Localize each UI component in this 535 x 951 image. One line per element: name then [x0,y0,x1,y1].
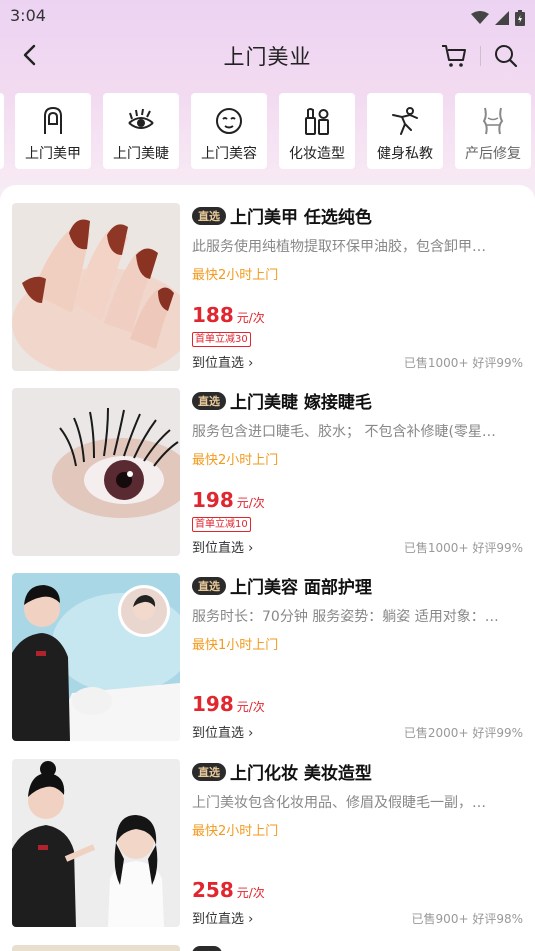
category-postpartum[interactable]: 产后修复 [455,93,531,169]
chevron-left-icon [23,44,36,66]
eyelash-icon [125,105,157,137]
status-bar: 3:04 [0,0,535,30]
cart-icon [442,45,466,67]
chevron-right-icon: › [248,912,254,927]
delivery-label: 到位直选 [192,541,245,556]
page-title: 上门美业 [223,45,312,69]
product-card[interactable]: 直选 上门美睫 嫁接睫毛 服务包含进口睫毛、胶水； 不包含补修睫(零星… 最快2小… [0,388,535,556]
back-button[interactable] [14,40,44,70]
product-name: 上门化妆 美妆造型 [230,764,372,784]
category-label: 产后修复 [465,146,521,162]
product-image-eyelash [12,388,180,556]
sales-stats: 已售1000+ 好评99% [403,356,523,370]
face-mask-icon [213,105,245,137]
product-image-facial [12,573,180,741]
fast-arrival: 最快2小时上门 [192,268,279,283]
product-name: 上门美甲 任选纯色 [230,208,372,228]
delivery-link[interactable]: 到位直选 › [192,352,253,371]
product-image-makeup [12,759,180,927]
price-unit: 元/次 [236,311,265,325]
status-icons [471,6,525,30]
category-nail[interactable]: 上门美甲 [15,93,91,169]
product-price: 188 元/次 [192,303,265,327]
status-time: 3:04 [10,6,46,25]
product-desc: 服务时长：70分钟 服务姿势：躺姿 适用对象：… [192,609,499,625]
product-title: 直选 上门美容 面部护理 [192,573,525,598]
fast-arrival: 最快2小时上门 [192,453,279,468]
category-label: 上门美容 [201,146,257,162]
delivery-label: 到位直选 [192,912,245,927]
price-value: 258 [192,878,234,902]
direct-badge: 直选 [192,763,226,781]
sales-stats: 已售2000+ 好评99% [403,726,523,740]
product-desc: 上门美妆包含化妆用品、修眉及假睫毛一副，… [192,795,486,811]
direct-badge: 直选 [192,577,226,595]
next-product-peek [0,940,535,951]
category-eyelash[interactable]: 上门美睫 [103,93,179,169]
delivery-link[interactable]: 到位直选 › [192,908,253,927]
delivery-link[interactable]: 到位直选 › [192,722,253,741]
price-value: 188 [192,303,234,327]
product-desc: 此服务使用纯植物提取环保甲油胶，包含卸甲… [192,239,486,255]
category-facial[interactable]: 上门美容 [191,93,267,169]
direct-badge: 直选 [192,207,226,225]
battery-icon [515,10,525,26]
product-price: 258 元/次 [192,878,265,902]
product-info: 直选 上门化妆 美妆造型 上门美妆包含化妆用品、修眉及假睫毛一副，… 最快2小时上… [192,759,525,927]
makeup-icon [301,105,333,137]
category-label: 上门美甲 [25,146,81,162]
wifi-icon [471,11,489,24]
product-card[interactable]: 直选 上门美甲 任选纯色 此服务使用纯植物提取环保甲油胶，包含卸甲… 最快2小时上… [0,203,535,371]
signal-icon [495,11,509,25]
product-name: 上门美睫 嫁接睫毛 [230,393,372,413]
chevron-right-icon: › [248,541,254,556]
coupon-tag: 首单立减10 [192,517,251,532]
chevron-right-icon: › [248,726,254,741]
category-row: 上门美甲 上门美睫 上门美容 化妆造型 健身私教 产后修复 [0,93,535,169]
category-label: 上门美睫 [113,146,169,162]
price-value: 198 [192,488,234,512]
delivery-link[interactable]: 到位直选 › [192,537,253,556]
delivery-label: 到位直选 [192,726,245,741]
fast-arrival: 最快2小时上门 [192,824,279,839]
product-title: 直选 上门美睫 嫁接睫毛 [192,388,525,413]
category-label: 化妆造型 [289,146,345,162]
price-unit: 元/次 [236,700,265,714]
category-makeup[interactable]: 化妆造型 [279,93,355,169]
fast-arrival: 最快1小时上门 [192,638,279,653]
search-button[interactable] [490,40,522,72]
category-fitness[interactable]: 健身私教 [367,93,443,169]
delivery-label: 到位直选 [192,356,245,371]
price-value: 198 [192,692,234,716]
product-title: 直选 上门化妆 美妆造型 [192,759,525,784]
header-divider [480,46,481,66]
cart-button[interactable] [438,40,470,72]
category-stub[interactable] [0,93,4,169]
chevron-right-icon: › [248,356,254,371]
product-info: 直选 上门美容 面部护理 服务时长：70分钟 服务姿势：躺姿 适用对象：… 最快1… [192,573,525,741]
product-price: 198 元/次 [192,488,265,512]
sales-stats: 已售1000+ 好评99% [403,541,523,555]
product-info: 直选 上门美甲 任选纯色 此服务使用纯植物提取环保甲油胶，包含卸甲… 最快2小时上… [192,203,525,371]
sales-stats: 已售900+ 好评98% [411,912,523,926]
product-title: 直选 上门美甲 任选纯色 [192,203,525,228]
product-image-nail [12,203,180,371]
product-desc: 服务包含进口睫毛、胶水； 不包含补修睫(零星… [192,424,496,440]
product-card[interactable]: 直选 上门化妆 美妆造型 上门美妆包含化妆用品、修眉及假睫毛一副，… 最快2小时上… [0,759,535,927]
coupon-tag: 首单立减30 [192,332,251,347]
body-shape-icon [477,105,509,137]
price-unit: 元/次 [236,886,265,900]
search-icon [495,45,518,68]
app-header: 上门美业 [0,30,535,82]
direct-badge: 直选 [192,392,226,410]
product-info: 直选 上门美睫 嫁接睫毛 服务包含进口睫毛、胶水； 不包含补修睫(零星… 最快2小… [192,388,525,556]
fitness-icon [389,105,421,137]
product-price: 198 元/次 [192,692,265,716]
product-name: 上门美容 面部护理 [230,578,372,598]
nail-icon [37,105,69,137]
price-unit: 元/次 [236,496,265,510]
category-label: 健身私教 [377,146,433,162]
product-list: 直选 上门美甲 任选纯色 此服务使用纯植物提取环保甲油胶，包含卸甲… 最快2小时上… [0,185,535,951]
product-card[interactable]: 直选 上门美容 面部护理 服务时长：70分钟 服务姿势：躺姿 适用对象：… 最快1… [0,573,535,741]
